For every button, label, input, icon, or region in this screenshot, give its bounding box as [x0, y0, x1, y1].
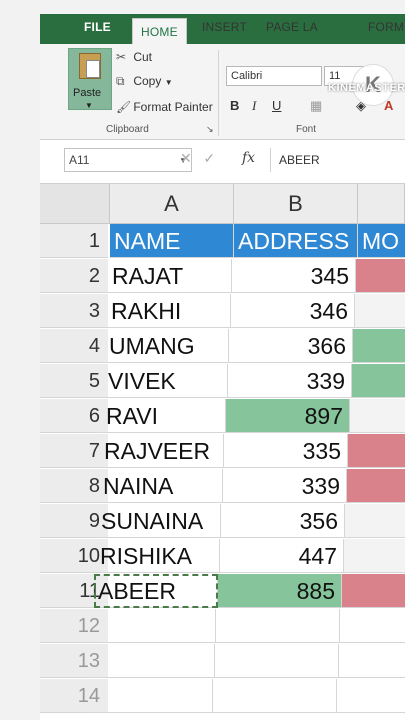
- address-cell[interactable]: 339: [228, 364, 352, 398]
- tab-formulas[interactable]: FORM: [368, 20, 404, 34]
- copy-icon: ⧉: [116, 74, 125, 88]
- table-header-cell[interactable]: ADDRESS: [234, 224, 358, 258]
- address-cell[interactable]: 346: [231, 294, 355, 328]
- insert-function-button[interactable]: fx: [242, 150, 255, 166]
- colored-cell[interactable]: [353, 329, 405, 363]
- colored-cell[interactable]: [352, 364, 405, 398]
- name-box[interactable]: A11 ▼: [64, 148, 192, 172]
- name-box-value: A11: [69, 153, 90, 167]
- empty-cell[interactable]: [339, 644, 405, 678]
- address-cell[interactable]: 335: [224, 434, 348, 468]
- ribbon-tabs: FILE HOME INSERT PAGE LA FORM: [40, 14, 405, 44]
- cut-button[interactable]: ✂ Cut: [116, 50, 152, 64]
- cut-label: Cut: [133, 50, 153, 64]
- row-header[interactable]: 2: [40, 259, 108, 293]
- row-header[interactable]: 3: [40, 294, 108, 328]
- address-cell[interactable]: 897: [226, 399, 350, 433]
- clipboard-icon: [79, 53, 101, 79]
- empty-cell[interactable]: [340, 609, 405, 643]
- font-group-label: Font: [296, 124, 317, 135]
- colored-cell[interactable]: [344, 539, 405, 573]
- format-painter-button[interactable]: 🖌 Format Painter: [116, 100, 213, 114]
- font-size-value: 11: [329, 70, 341, 82]
- formula-bar: A11 ▼ ✕ ✓ fx ABEER: [40, 140, 405, 184]
- copy-button[interactable]: ⧉ Copy ▼: [116, 74, 173, 89]
- address-cell[interactable]: 356: [221, 504, 345, 538]
- formula-input[interactable]: ABEER: [270, 148, 405, 172]
- colored-cell[interactable]: [356, 259, 405, 293]
- chevron-down-icon[interactable]: ▼: [85, 101, 93, 110]
- row-header[interactable]: 7: [40, 434, 108, 468]
- brush-icon: 🖌: [116, 100, 132, 114]
- format-painter-label: Format Painter: [133, 100, 213, 114]
- name-cell[interactable]: RAVI: [102, 399, 226, 433]
- empty-cell[interactable]: [89, 679, 213, 713]
- row-header[interactable]: 6: [40, 399, 108, 433]
- kinemaster-watermark: KINEMASTER: [328, 82, 405, 94]
- ribbon-home: Paste ▼ ✂ Cut ⧉ Copy ▼ 🖌 Format Painter …: [40, 44, 405, 140]
- spreadsheet-grid[interactable]: A B 1 NAME ADDRESS MO 2 RAJAT 345 3 RAKHI 346 4 UMA…: [40, 184, 405, 720]
- name-cell[interactable]: SUNAINA: [97, 504, 221, 538]
- address-cell[interactable]: 339: [223, 469, 347, 503]
- name-cell[interactable]: VIVEK: [104, 364, 228, 398]
- empty-cell[interactable]: [213, 679, 337, 713]
- name-cell[interactable]: RISHIKA: [96, 539, 220, 573]
- scissors-icon: ✂: [116, 50, 127, 64]
- colored-cell[interactable]: [347, 469, 405, 503]
- row-header[interactable]: 4: [40, 329, 108, 363]
- name-cell[interactable]: RAKHI: [107, 294, 231, 328]
- copy-label: Copy: [133, 74, 162, 88]
- tab-home[interactable]: HOME: [132, 18, 187, 44]
- address-cell[interactable]: 447: [220, 539, 344, 573]
- address-cell[interactable]: 366: [229, 329, 353, 363]
- tab-insert[interactable]: INSERT: [202, 20, 247, 34]
- tab-file[interactable]: FILE: [84, 20, 111, 34]
- row-header[interactable]: 5: [40, 364, 108, 398]
- column-header-b[interactable]: B: [234, 184, 358, 224]
- paste-label: Paste: [73, 87, 102, 99]
- name-cell[interactable]: RAJAT: [108, 259, 232, 293]
- column-header-a[interactable]: A: [110, 184, 234, 224]
- table-header-cell[interactable]: MO: [358, 224, 405, 258]
- tab-page-layout[interactable]: PAGE LA: [266, 20, 318, 34]
- select-all-corner[interactable]: [40, 184, 110, 224]
- table-header-cell[interactable]: NAME: [110, 224, 234, 258]
- address-cell[interactable]: 885: [218, 574, 342, 608]
- excel-window: FILE HOME INSERT PAGE LA FORM Paste ▼ ✂ …: [0, 0, 405, 720]
- colored-cell[interactable]: [348, 434, 405, 468]
- dialog-launcher-icon[interactable]: ↘: [206, 124, 214, 135]
- underline-button[interactable]: U: [272, 98, 281, 113]
- empty-cell[interactable]: [92, 609, 216, 643]
- group-separator: [218, 50, 219, 136]
- row-header[interactable]: 1: [40, 224, 108, 258]
- colored-cell[interactable]: [345, 504, 405, 538]
- cancel-confirm-icons[interactable]: ✕ ✓: [180, 150, 215, 167]
- name-cell[interactable]: NAINA: [99, 469, 223, 503]
- name-cell[interactable]: ABEER: [94, 574, 218, 608]
- empty-cell[interactable]: [91, 644, 215, 678]
- paste-button[interactable]: Paste ▼: [68, 48, 112, 110]
- chevron-down-icon[interactable]: ▼: [165, 78, 173, 87]
- font-name-select[interactable]: Calibri: [226, 66, 322, 86]
- empty-cell[interactable]: [216, 609, 340, 643]
- colored-cell[interactable]: [355, 294, 405, 328]
- row-header[interactable]: 8: [40, 469, 108, 503]
- name-cell[interactable]: UMANG: [105, 329, 229, 363]
- colored-cell[interactable]: [342, 574, 405, 608]
- borders-icon[interactable]: ▦: [310, 98, 322, 114]
- colored-cell[interactable]: [350, 399, 405, 433]
- empty-cell[interactable]: [215, 644, 339, 678]
- address-cell[interactable]: 345: [232, 259, 356, 293]
- column-header-c[interactable]: [358, 184, 405, 224]
- clipboard-group-label: Clipboard: [106, 124, 149, 135]
- formula-value: ABEER: [279, 153, 320, 167]
- italic-button[interactable]: I: [252, 98, 256, 114]
- name-cell[interactable]: RAJVEER: [100, 434, 224, 468]
- empty-cell[interactable]: [337, 679, 405, 713]
- font-name-value: Calibri: [231, 70, 263, 82]
- bold-button[interactable]: B: [230, 98, 239, 113]
